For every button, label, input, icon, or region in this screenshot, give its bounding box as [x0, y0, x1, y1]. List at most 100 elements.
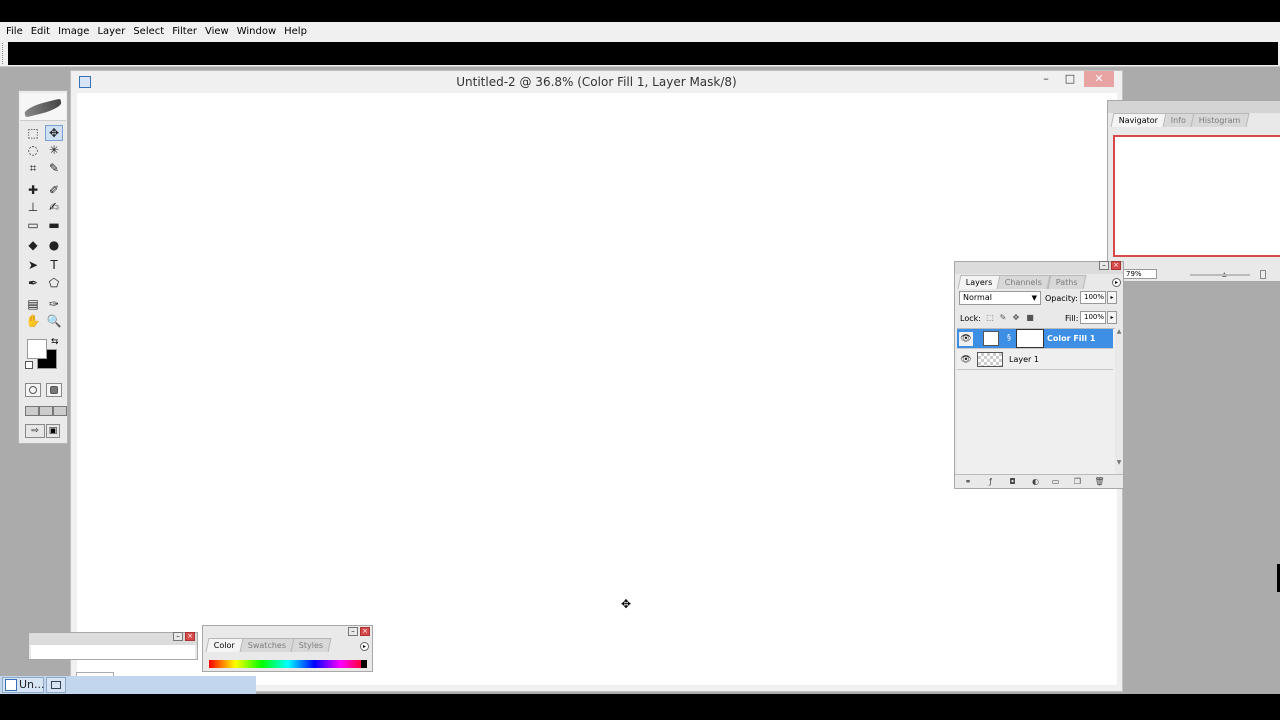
new-group-icon[interactable]: ▭	[1050, 477, 1061, 487]
tab-paths[interactable]: Paths	[1047, 275, 1086, 289]
visibility-eye-icon[interactable]: 👁	[959, 332, 973, 346]
quick-mask-mode-button[interactable]	[46, 383, 62, 397]
notes-icon[interactable]: ▤	[24, 296, 42, 312]
menu-edit[interactable]: Edit	[27, 26, 54, 37]
link-layers-icon[interactable]: ⚭	[961, 477, 975, 487]
lock-image-icon[interactable]: ✎	[998, 313, 1008, 323]
navigator-view-box[interactable]	[1113, 135, 1280, 257]
collapsed-palette-header[interactable]: – ×	[29, 632, 197, 645]
path-selection-icon[interactable]: ➤	[24, 257, 42, 273]
menu-select[interactable]: Select	[129, 26, 168, 37]
lock-transparency-icon[interactable]: ⬚	[985, 313, 995, 323]
tab-layers[interactable]: Layers	[957, 275, 1001, 289]
jump-to-imageready-button[interactable]: ⇨	[25, 424, 45, 438]
fill-slider-button[interactable]: ▸	[1107, 311, 1117, 324]
menu-help[interactable]: Help	[280, 26, 311, 37]
hand-icon[interactable]: ✋	[24, 313, 42, 329]
lasso-icon[interactable]: ◌	[24, 142, 42, 158]
menu-window[interactable]: Window	[233, 26, 280, 37]
tab-color[interactable]: Color	[205, 638, 244, 652]
slice-icon[interactable]: ✎	[45, 160, 63, 176]
healing-brush-icon[interactable]: ✚	[24, 182, 42, 198]
brush-icon[interactable]: ✐	[45, 182, 63, 198]
palette-close-button[interactable]: ×	[1111, 261, 1121, 270]
trash-icon[interactable]: 🗑	[1094, 477, 1105, 487]
menu-filter[interactable]: Filter	[168, 26, 201, 37]
screen-mode-standard-button[interactable]	[25, 406, 39, 416]
close-button[interactable]: ✕	[1084, 71, 1114, 87]
menu-image[interactable]: Image	[54, 26, 93, 37]
standard-mode-button[interactable]	[25, 383, 41, 397]
lock-all-icon[interactable]: ■	[1025, 313, 1035, 323]
dodge-icon[interactable]: ●	[45, 237, 63, 253]
taskbar-restore-button[interactable]	[46, 677, 66, 693]
zoom-slider-track[interactable]	[1190, 274, 1250, 276]
eyedropper-icon[interactable]: ✑	[45, 296, 63, 312]
swap-colors-icon[interactable]: ⇆	[51, 337, 59, 347]
menu-view[interactable]: View	[201, 26, 233, 37]
palette-minimize-button[interactable]: –	[173, 632, 183, 641]
tab-navigator[interactable]: Navigator	[1110, 113, 1167, 127]
blend-mode-select[interactable]: Normal ▼	[959, 291, 1041, 305]
tab-channels[interactable]: Channels	[996, 275, 1051, 289]
zoom-icon[interactable]: 🔍	[45, 313, 63, 329]
taskbar-document-item[interactable]: Un...	[2, 677, 45, 693]
add-mask-icon[interactable]: ◘	[1007, 477, 1018, 487]
layer-row-color-fill-1[interactable]: 👁 § Color Fill 1	[957, 329, 1113, 349]
options-bar-content	[8, 42, 1278, 65]
move-icon[interactable]: ✥	[45, 125, 63, 141]
color-spectrum-black[interactable]	[361, 660, 367, 668]
pen-icon[interactable]: ✒	[24, 275, 42, 291]
lock-position-icon[interactable]: ✥	[1011, 313, 1021, 323]
imageready-icon[interactable]: ▣	[46, 424, 60, 438]
default-colors-icon[interactable]	[25, 361, 33, 369]
blur-icon[interactable]: ◆	[24, 237, 42, 253]
eraser-icon[interactable]: ▭	[24, 217, 42, 233]
palette-menu-icon[interactable]: ▸	[1112, 278, 1121, 287]
menu-layer[interactable]: Layer	[93, 26, 129, 37]
palette-menu-icon[interactable]: ▸	[360, 642, 369, 651]
foreground-color-swatch[interactable]	[27, 339, 47, 359]
layer-style-icon[interactable]: ƒ	[985, 477, 996, 487]
palette-minimize-button[interactable]: –	[348, 627, 358, 636]
navigator-zoom-field[interactable]: 79%	[1123, 269, 1157, 279]
gradient-icon[interactable]: ▬	[45, 217, 63, 233]
link-chain-icon[interactable]: §	[1007, 333, 1011, 342]
adjustment-layer-icon[interactable]: ◐	[1030, 477, 1041, 487]
navigator-header[interactable]	[1108, 101, 1280, 113]
color-spectrum-bar[interactable]	[209, 660, 367, 668]
screen-mode-full-button[interactable]	[53, 406, 67, 416]
magic-wand-icon[interactable]: ✳	[45, 142, 63, 158]
palette-close-button[interactable]: ×	[360, 627, 370, 636]
type-icon[interactable]: T	[45, 257, 63, 273]
marquee-icon[interactable]: ⬚	[24, 125, 42, 141]
tab-styles[interactable]: Styles	[290, 638, 332, 652]
shape-icon[interactable]: ⬠	[45, 275, 63, 291]
layers-scrollbar[interactable]: ▲ ▼	[1115, 328, 1123, 474]
zoom-slider-thumb[interactable]	[1260, 270, 1266, 279]
layer-mask-thumbnail[interactable]	[1016, 329, 1044, 348]
toolbox-header[interactable]	[20, 93, 66, 121]
palette-minimize-button[interactable]: –	[1099, 261, 1109, 270]
layers-tabs: Layers Channels Paths	[957, 275, 1086, 289]
fill-field[interactable]: 100%	[1080, 311, 1106, 324]
history-brush-icon[interactable]: ✍	[45, 199, 63, 215]
palette-close-button[interactable]: ×	[185, 632, 195, 641]
new-layer-icon[interactable]: ❐	[1072, 477, 1083, 487]
crop-icon[interactable]: ⌗	[24, 160, 42, 176]
opacity-slider-button[interactable]: ▸	[1107, 291, 1117, 304]
maximize-button[interactable]: □	[1058, 71, 1082, 89]
visibility-eye-icon[interactable]: 👁	[959, 353, 973, 367]
layers-palette-header[interactable]: – ×	[955, 261, 1123, 274]
tab-swatches[interactable]: Swatches	[239, 638, 295, 652]
screen-mode-fullmenu-button[interactable]	[39, 406, 53, 416]
opacity-field[interactable]: 100%	[1080, 291, 1106, 304]
options-bar-grip[interactable]	[2, 43, 6, 64]
tab-histogram[interactable]: Histogram	[1190, 113, 1250, 127]
layer-row-layer-1[interactable]: 👁 Layer 1	[957, 350, 1113, 370]
menu-file[interactable]: File	[2, 26, 27, 37]
clone-stamp-icon[interactable]: ⊥	[24, 199, 42, 215]
layers-footer: ⚭ ƒ ◘ ◐ ▭ ❐ 🗑	[955, 474, 1123, 488]
minimize-button[interactable]: –	[1034, 71, 1058, 89]
collapsed-palette-body	[31, 645, 195, 659]
